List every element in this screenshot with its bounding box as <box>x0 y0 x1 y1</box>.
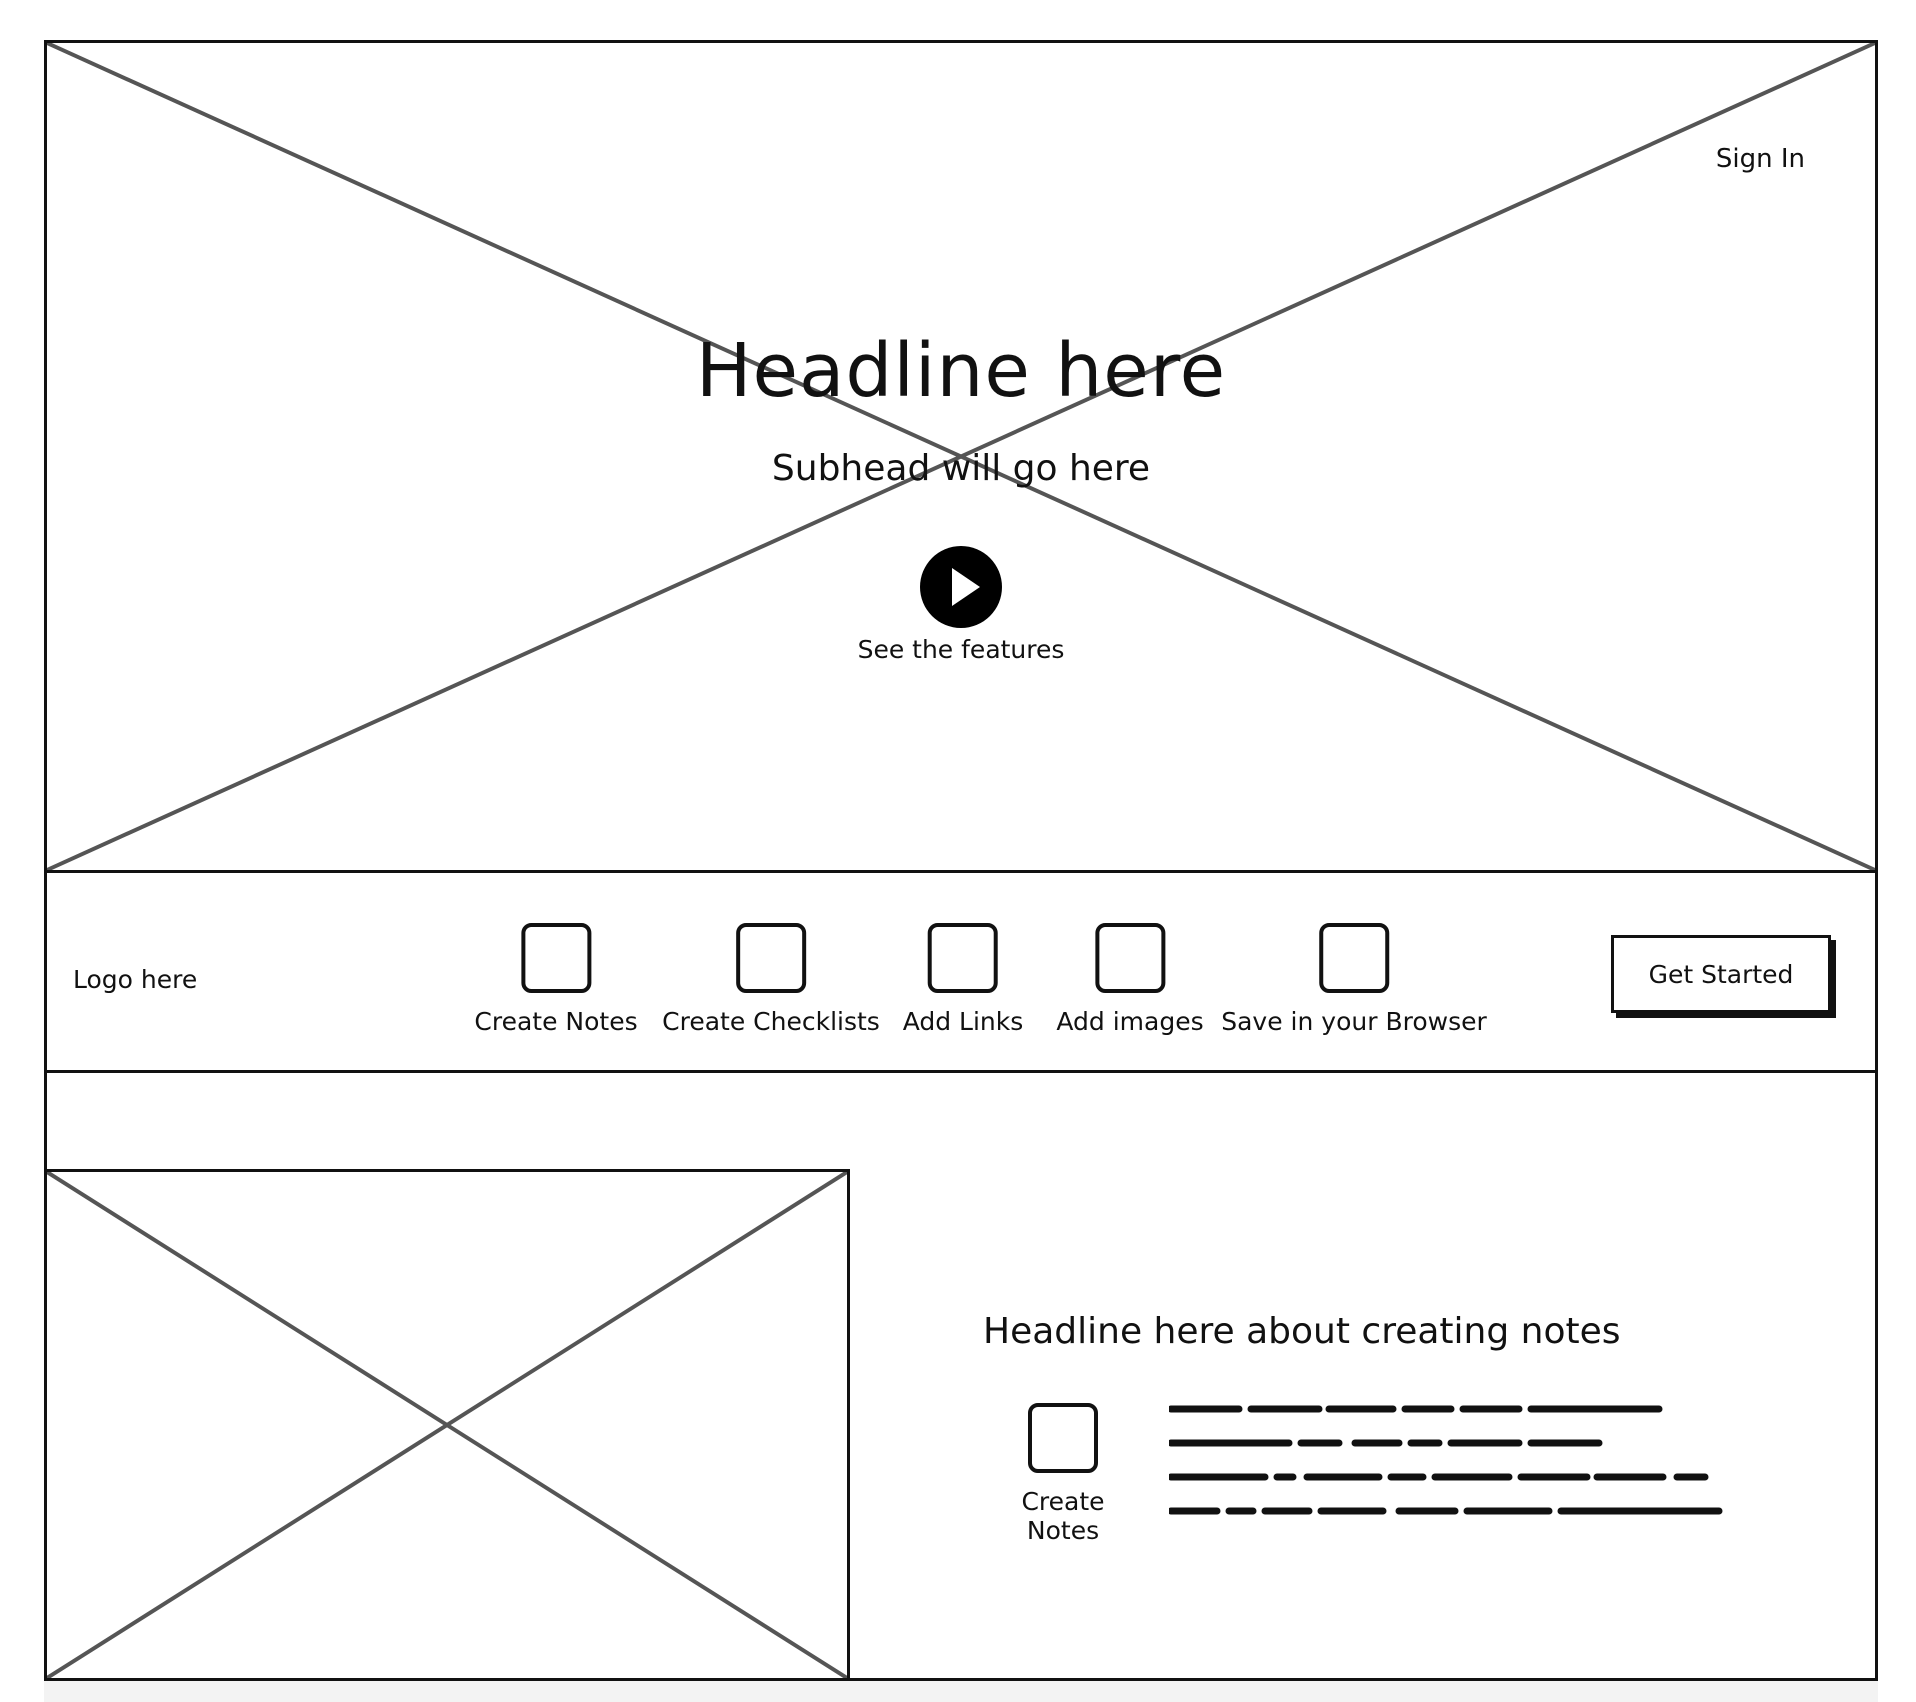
image-placeholder-cross <box>47 1172 847 1678</box>
feature-label: Add images <box>1056 1007 1204 1036</box>
notes-headline: Headline here about creating notes <box>983 1311 1621 1352</box>
placeholder-text-scribble <box>1169 1405 1723 1515</box>
square-icon <box>735 923 806 993</box>
hero-subhead: Subhead will go here <box>771 448 1151 489</box>
feature-label: Add Links <box>902 1007 1024 1036</box>
feature-create-notes-detail: Create Notes <box>983 1403 1143 1545</box>
square-icon <box>520 923 591 993</box>
hero-headline: Headline here <box>695 328 1227 414</box>
feature-create-notes[interactable]: Create Notes <box>474 923 638 1036</box>
feature-label: Create Checklists <box>662 1007 880 1036</box>
get-started-button[interactable]: Get Started <box>1611 935 1831 1013</box>
notes-section: Headline here about creating notes Creat… <box>44 1073 1878 1681</box>
feature-label: Save in your Browser <box>1221 1007 1487 1036</box>
sign-in-link[interactable]: Sign In <box>1705 140 1815 178</box>
square-icon <box>1028 1403 1098 1473</box>
feature-label: Create Notes <box>474 1007 638 1036</box>
play-icon <box>952 568 980 606</box>
square-icon <box>927 923 998 993</box>
feature-bar: Logo here Create Notes Create Checklists… <box>44 873 1878 1073</box>
feature-add-images[interactable]: Add images <box>1056 923 1204 1036</box>
play-button[interactable] <box>920 546 1002 628</box>
next-section-edge <box>44 1678 1878 1702</box>
feature-save-in-browser[interactable]: Save in your Browser <box>1221 923 1487 1036</box>
hero-section: Sign In Headline here Subhead will go he… <box>44 40 1878 873</box>
square-icon <box>1095 923 1165 993</box>
notes-image-placeholder <box>44 1169 850 1681</box>
see-features-link[interactable]: See the features <box>47 635 1875 664</box>
feature-add-links[interactable]: Add Links <box>902 923 1024 1036</box>
square-icon <box>1318 923 1389 993</box>
feature-create-checklists[interactable]: Create Checklists <box>662 923 880 1036</box>
logo: Logo here <box>73 965 198 994</box>
play-wrap <box>47 546 1875 632</box>
feature-label: Create Notes <box>1021 1487 1105 1545</box>
